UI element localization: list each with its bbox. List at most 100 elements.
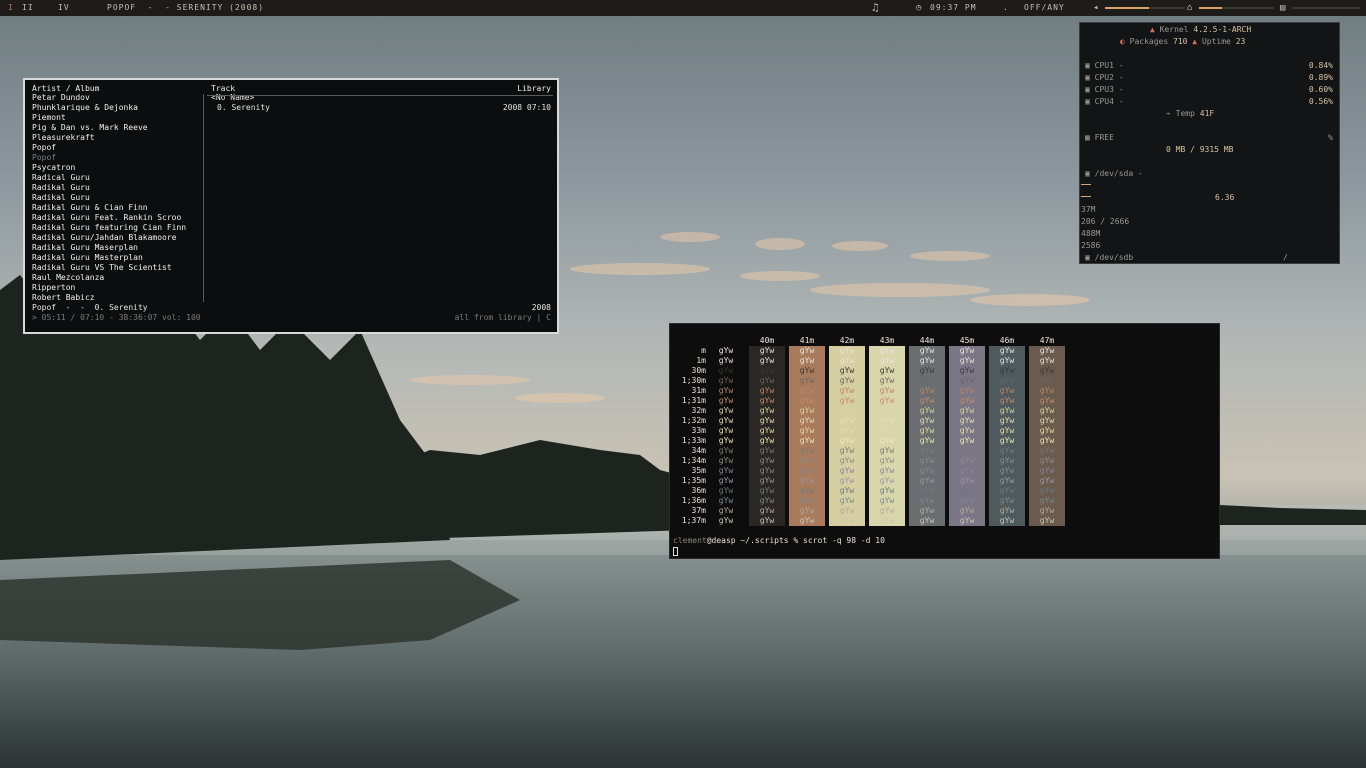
palette-sample-cell: gYw [999, 416, 1015, 425]
palette-sample-cell: gYw [879, 386, 895, 395]
palette-sample-cell: gYw [879, 486, 895, 495]
palette-sample-cell: gYw [759, 406, 775, 415]
palette-sample-cell: gYw [879, 356, 895, 365]
palette-sample-cell: gYw [919, 466, 935, 475]
cpu-label: ▣ CPU4 - [1085, 97, 1124, 106]
artist-list-item[interactable]: Pleasurekraft [32, 133, 186, 143]
arch-logo-icon: ▲ [1150, 25, 1155, 34]
sdb-row: ▣ /dev/sdb [1085, 253, 1134, 262]
palette-sample-cell: gYw [919, 416, 935, 425]
palette-sample-cell: gYw [718, 516, 734, 525]
palette-sample-cell: gYw [799, 466, 815, 475]
palette-sample-cell: gYw [879, 516, 895, 525]
artist-list-item[interactable]: Radikal Guru [32, 193, 186, 203]
palette-sample-cell: gYw [999, 466, 1015, 475]
palette-sample-cell: gYw [759, 416, 775, 425]
artist-list-item[interactable]: Popof [32, 153, 186, 163]
palette-sample-cell: gYw [759, 516, 775, 525]
volume-bar[interactable] [1105, 7, 1185, 9]
artist-list-item[interactable]: Radikal Guru [32, 183, 186, 193]
palette-sample-cell: gYw [919, 456, 935, 465]
palette-sample-cell: gYw [999, 366, 1015, 375]
palette-sample-cell: gYw [839, 396, 855, 405]
palette-sample-cell: gYw [839, 446, 855, 455]
palette-row-label: 31m [691, 386, 706, 395]
palette-row-label: 1;33m [681, 436, 706, 445]
palette-sample-cell: gYw [959, 346, 975, 355]
speaker-icon[interactable]: ◂ [1093, 0, 1098, 16]
palette-sample-cell: gYw [1039, 476, 1055, 485]
brightness-bar[interactable] [1199, 7, 1274, 9]
palette-sample-cell: gYw [799, 436, 815, 445]
workspace-2[interactable]: II [22, 0, 34, 16]
palette-sample-cell: gYw [999, 456, 1015, 465]
battery-icon: ▤ [1280, 3, 1286, 13]
palette-sample-cell: gYw [718, 386, 734, 395]
network-dot-icon: . [1003, 3, 1009, 12]
artist-list-item[interactable]: Popof [32, 143, 186, 153]
palette-sample-cell: gYw [959, 416, 975, 425]
sda-graph-line-2 [1081, 196, 1091, 197]
artist-list-item[interactable]: Raul Mezcolanza [32, 273, 186, 283]
artist-list-item[interactable]: Radikal Guru/Jahdan Blakamoore [32, 233, 186, 243]
artist-list-item[interactable]: Radikal Guru VS The Scientist [32, 263, 186, 273]
palette-sample-cell: gYw [999, 346, 1015, 355]
sda-small: 37M [1081, 205, 1096, 214]
track-item[interactable]: 0. Serenity [217, 103, 270, 113]
artist-list-item[interactable]: Radikal Guru Masterplan [32, 253, 186, 263]
palette-row-label: 30m [691, 366, 706, 375]
library-filter: all from library | C [454, 313, 551, 322]
palette-sample-cell: gYw [759, 466, 775, 475]
sda-value: 6.36 [1215, 193, 1235, 202]
palette-sample-cell: gYw [799, 366, 815, 375]
palette-sample-cell: gYw [879, 476, 895, 485]
palette-sample-cell: gYw [879, 406, 895, 415]
artist-list-item[interactable]: Radikal Guru Feat. Rankin Scroo [32, 213, 186, 223]
palette-sample-cell: gYw [919, 436, 935, 445]
sda-row: ▣ /dev/sda - [1085, 169, 1143, 178]
artist-list-item[interactable]: Radikal Guru Maserplan [32, 243, 186, 253]
artist-list-item[interactable]: Robert Babicz [32, 293, 186, 303]
palette-sample-cell: gYw [959, 466, 975, 475]
palette-sample-cell: gYw [759, 356, 775, 365]
palette-sample-cell: gYw [759, 496, 775, 505]
palette-sample-cell: gYw [799, 456, 815, 465]
workspace-1[interactable]: I [8, 0, 14, 16]
cpu-value: 0.56% [1308, 97, 1333, 106]
artist-list-item[interactable]: Pig & Dan vs. Mark Reeve [32, 123, 186, 133]
cmus-music-player-window[interactable]: Artist / Album Track Library Petar Dundo… [23, 78, 559, 334]
artist-list-item[interactable]: Radical Guru [32, 173, 186, 183]
disk-icon: ▣ [1085, 253, 1090, 262]
library-header: Library [517, 84, 551, 93]
palette-sample-cell: gYw [1039, 486, 1055, 495]
artist-list-item[interactable]: Piemont [32, 113, 186, 123]
palette-sample-cell: gYw [919, 426, 935, 435]
palette-sample-cell: gYw [1039, 416, 1055, 425]
palette-sample-cell: gYw [879, 396, 895, 405]
volume-fill [1105, 7, 1149, 9]
artist-list-item[interactable]: Phunklarique & Dejonka [32, 103, 186, 113]
artist-list-item[interactable]: Ripperton [32, 283, 186, 293]
artist-list-item[interactable]: Radikal Guru & Cian Finn [32, 203, 186, 213]
palette-sample-cell: gYw [799, 506, 815, 515]
artist-list-item[interactable]: Psycatron [32, 163, 186, 173]
palette-sample-cell: gYw [718, 466, 734, 475]
palette-sample-cell: gYw [839, 346, 855, 355]
top-status-bar: I II IV POPOF - - SERENITY (2008) ♫ ◷ 09… [0, 0, 1366, 16]
network-status: OFF/ANY [1024, 3, 1065, 12]
artist-list-item[interactable]: Radikal Guru featuring Cian Finn [32, 223, 186, 233]
palette-sample-cell: gYw [839, 436, 855, 445]
palette-sample-cell: gYw [879, 506, 895, 515]
palette-sample-cell: gYw [959, 436, 975, 445]
artist-list-item[interactable]: Petar Dundov [32, 93, 186, 103]
palette-sample-cell: gYw [839, 486, 855, 495]
palette-sample-cell: gYw [999, 406, 1015, 415]
artist-list[interactable]: Petar Dundov Phunklarique & Dejonka Piemon… [32, 93, 186, 303]
palette-sample-cell: gYw [919, 446, 935, 455]
palette-sample-cell: gYw [799, 346, 815, 355]
workspace-4[interactable]: IV [58, 0, 70, 16]
terminal-window[interactable]: 40m 41m 42m 43m 44m 45m 46m 47m m gYw gYw gYw gYw gYw… [669, 323, 1220, 559]
palette-sample-cell: gYw [1039, 446, 1055, 455]
palette-row-label: 33m [691, 426, 706, 435]
palette-column-header: 46m [999, 336, 1015, 345]
